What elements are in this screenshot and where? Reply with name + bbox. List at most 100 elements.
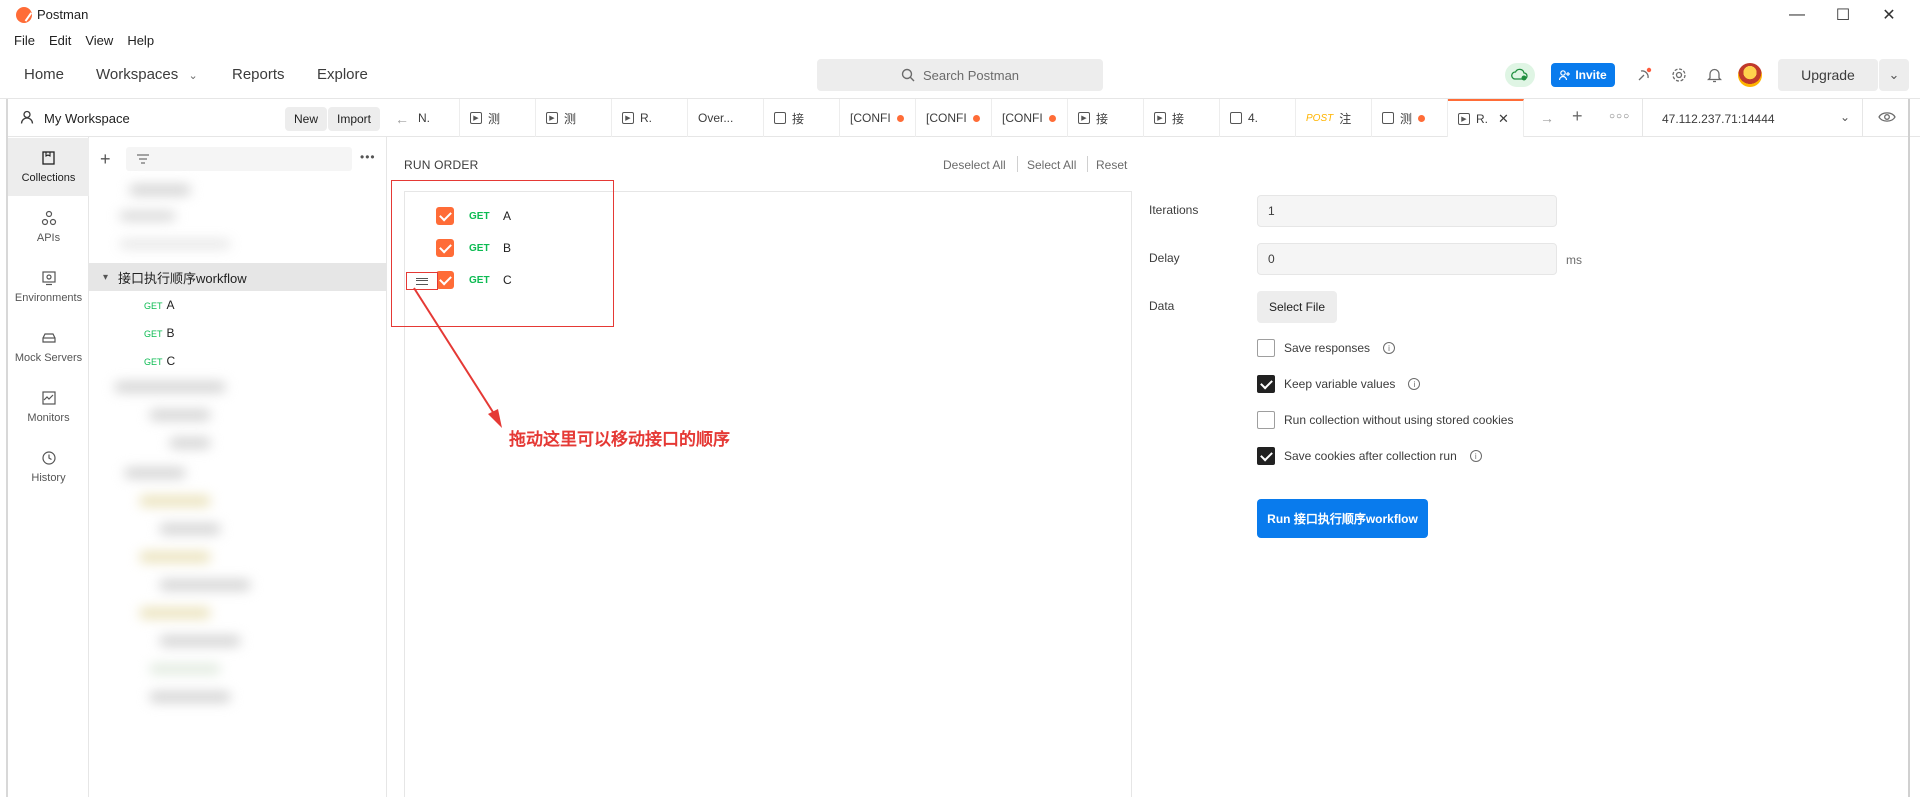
rail-item-history[interactable]: History [8,438,89,496]
keep-variable-values-checkbox[interactable] [1257,375,1275,393]
nav-explore[interactable]: Explore [317,66,368,83]
upgrade-dropdown-chevron-icon[interactable]: ⌄ [1879,59,1909,91]
tab-item[interactable]: ▶ 接 [1144,99,1220,137]
new-tab-plus-icon[interactable]: + [1572,106,1583,127]
runner-icon: ▶ [1458,113,1470,125]
environment-selector[interactable]: 47.112.237.71:14444 [1662,112,1775,126]
sidebar-request-c[interactable]: GET C [144,354,175,368]
reset-button[interactable]: Reset [1096,158,1127,172]
info-icon[interactable]: i [1408,378,1421,390]
workspace-name[interactable]: My Workspace [44,111,130,126]
menu-edit[interactable]: Edit [49,33,71,48]
tab-item[interactable]: 测 [1372,99,1448,137]
rail-item-apis[interactable]: APIs [8,198,89,256]
option-label: Keep variable values [1284,377,1396,391]
option-label: Save cookies after collection run [1284,449,1457,463]
rail-label-monitors: Monitors [27,412,70,424]
tab-label: 接 [1096,111,1109,126]
tab-item[interactable]: [CONFI [992,99,1068,137]
menu-help[interactable]: Help [127,33,154,48]
user-avatar[interactable] [1738,63,1762,87]
tab-label: 接 [792,111,805,126]
tab-item[interactable]: ▶ 接 [1068,99,1144,137]
tab-item[interactable]: ▶ R. [612,99,688,137]
menu-file[interactable]: File [14,33,35,48]
rail-item-collections[interactable]: Collections [8,138,89,196]
arrow-left-icon[interactable]: ← [395,111,409,127]
notification-bell-icon[interactable] [1703,64,1725,86]
upgrade-button[interactable]: Upgrade [1778,59,1878,91]
nav-home[interactable]: Home [24,66,64,83]
apis-icon [41,210,56,226]
collection-row-workflow[interactable]: ▾ 接口执行顺序workflow [89,263,387,291]
tab-label: 注 [1339,111,1352,126]
blurred-collection [160,636,240,646]
invite-button[interactable]: Invite [1551,63,1615,87]
option-run-without-cookies[interactable]: Run collection without using stored cook… [1257,411,1513,429]
tab-item[interactable]: N. [408,99,460,137]
minimize-button[interactable]: — [1774,0,1820,30]
tab-item-active[interactable]: ▶ R. ✕ [1448,99,1524,137]
run-collection-button[interactable]: Run 接口执行顺序workflow [1257,499,1428,538]
rail-item-environments[interactable]: Environments [8,258,89,316]
settings-gear-icon[interactable] [1668,64,1690,86]
menu-view[interactable]: View [85,33,113,48]
close-window-button[interactable]: ✕ [1866,0,1912,30]
close-tab-icon[interactable]: ✕ [1498,111,1509,127]
tab-item[interactable]: [CONFI [916,99,992,137]
sidebar-request-b[interactable]: GET B [144,326,175,340]
tab-item[interactable]: 4. [1220,99,1296,137]
delay-input[interactable]: 0 [1257,243,1557,275]
sidebar-request-a[interactable]: GET A [144,298,175,312]
tab-item[interactable]: [CONFI [840,99,916,137]
info-icon[interactable]: i [1469,450,1482,462]
arrow-right-icon[interactable]: → [1540,110,1554,126]
tab-label: 测 [488,111,501,126]
eye-icon[interactable] [1878,110,1896,124]
option-keep-variable-values[interactable]: Keep variable values i [1257,375,1421,393]
satellite-icon[interactable] [1633,64,1655,86]
blurred-collection [125,468,185,478]
request-method: GET [144,329,163,339]
deselect-all-button[interactable]: Deselect All [943,158,1006,172]
nav-reports[interactable]: Reports [232,66,285,83]
chevron-down-icon[interactable]: ▾ [103,272,108,283]
tab-item[interactable]: ▶ 测 [460,99,536,137]
chevron-down-icon: ⌄ [188,70,198,82]
add-collection-plus-icon[interactable]: + [100,149,111,170]
save-responses-checkbox[interactable] [1257,339,1275,357]
rail-item-mock-servers[interactable]: Mock Servers [8,318,89,376]
sidebar-more-options-icon[interactable]: ••• [360,150,376,164]
option-save-cookies[interactable]: Save cookies after collection run i [1257,447,1482,465]
blurred-collection [160,524,220,534]
tab-item[interactable]: POST 注 [1296,99,1372,137]
cloud-sync-icon[interactable] [1505,63,1535,87]
request-method: GET [144,357,163,367]
rail-item-monitors[interactable]: Monitors [8,378,89,436]
tab-item[interactable]: 接 [764,99,840,137]
select-file-button[interactable]: Select File [1257,291,1337,323]
delay-unit: ms [1566,253,1582,267]
rail-label-collections: Collections [21,172,76,184]
info-icon[interactable]: i [1383,342,1396,354]
chevron-down-icon[interactable]: ⌄ [1840,110,1850,124]
select-all-button[interactable]: Select All [1027,158,1076,172]
save-cookies-checkbox[interactable] [1257,447,1275,465]
search-bar[interactable]: Search Postman [817,59,1103,91]
run-without-cookies-checkbox[interactable] [1257,411,1275,429]
add-user-icon [1559,69,1571,80]
blurred-collection [160,580,250,590]
tabs-more-icon[interactable]: ○○○ [1609,111,1630,122]
option-save-responses[interactable]: Save responses i [1257,339,1396,357]
tab-item[interactable]: Over... [688,99,764,137]
unsaved-dot-icon [1418,114,1426,122]
import-button[interactable]: Import [328,107,381,131]
filter-collections-input[interactable] [126,147,352,171]
new-button[interactable]: New [285,107,328,131]
maximize-button[interactable]: ☐ [1820,0,1866,30]
nav-workspaces[interactable]: Workspaces ⌄ [96,66,198,83]
delay-label: Delay [1149,251,1180,265]
iterations-input[interactable]: 1 [1257,195,1557,227]
tab-item[interactable]: ▶ 测 [536,99,612,137]
rail-label-environments: Environments [14,292,83,304]
